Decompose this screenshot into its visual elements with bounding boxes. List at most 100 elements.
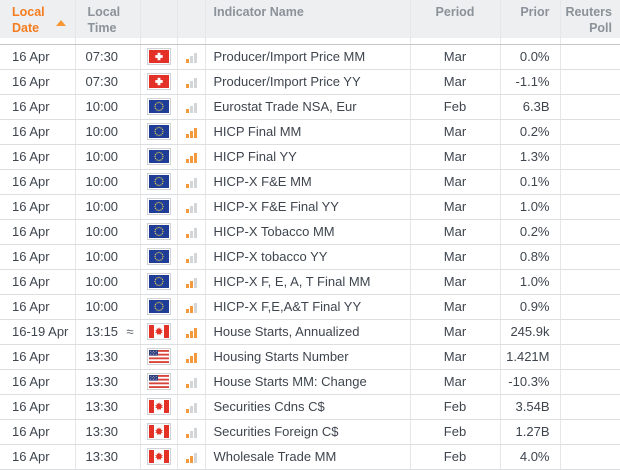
local-date-cell: 16 Apr bbox=[0, 119, 75, 144]
importance-bars-icon bbox=[186, 128, 197, 138]
importance-bars-icon bbox=[186, 103, 197, 113]
table-header: Local Date Local Time Indicator Name Per… bbox=[0, 0, 620, 38]
country-flag-cell bbox=[140, 344, 177, 369]
indicator-name-cell: HICP Final MM bbox=[205, 119, 410, 144]
importance-bar bbox=[186, 159, 189, 163]
eu-flag-icon bbox=[147, 148, 171, 165]
column-header-country[interactable] bbox=[140, 0, 177, 38]
column-header-importance[interactable] bbox=[177, 0, 205, 38]
column-header-reuters-poll[interactable]: Reuters Poll bbox=[560, 0, 620, 38]
indicator-name-cell: HICP-X F&E Final YY bbox=[205, 194, 410, 219]
importance-bar bbox=[194, 53, 197, 63]
economic-calendar-table: Local Date Local Time Indicator Name Per… bbox=[0, 0, 620, 470]
indicator-name-cell: Housing Starts Number bbox=[205, 344, 410, 369]
eu-flag-icon bbox=[147, 248, 171, 265]
importance-bars-icon bbox=[186, 78, 197, 88]
importance-cell bbox=[177, 119, 205, 144]
prior-cell: 6.3B bbox=[500, 94, 560, 119]
local-date-cell: 16 Apr bbox=[0, 219, 75, 244]
local-date-cell: 16 Apr bbox=[0, 394, 75, 419]
period-cell: Mar bbox=[410, 219, 500, 244]
importance-bar bbox=[194, 78, 197, 88]
sort-ascending-icon bbox=[56, 20, 66, 26]
period-cell: Mar bbox=[410, 119, 500, 144]
local-time-cell: 13:30 bbox=[75, 369, 140, 394]
local-time-cell: 07:30 bbox=[75, 44, 140, 69]
table-row[interactable]: 16 Apr 10:00 HICP-X tobacco YY Mar 0.8% bbox=[0, 244, 620, 269]
indicator-name-cell: House Starts, Annualized bbox=[205, 319, 410, 344]
local-time-value: 13:30 bbox=[86, 374, 119, 389]
importance-bar bbox=[194, 153, 197, 163]
eu-flag-icon bbox=[147, 273, 171, 290]
eu-flag-icon bbox=[147, 198, 171, 215]
table-row[interactable]: 16 Apr 13:30 House Starts MM: Change Mar… bbox=[0, 369, 620, 394]
column-header-local-date[interactable]: Local Date bbox=[0, 0, 75, 38]
table-row[interactable]: 16 Apr 10:00 HICP-X F, E, A, T Final MM … bbox=[0, 269, 620, 294]
importance-cell bbox=[177, 319, 205, 344]
importance-bar bbox=[194, 378, 197, 388]
prior-cell: 0.2% bbox=[500, 119, 560, 144]
period-cell: Mar bbox=[410, 169, 500, 194]
reuters-poll-cell bbox=[560, 419, 620, 444]
table-row[interactable]: 16 Apr 13:30 Wholesale Trade MM Feb 4.0% bbox=[0, 444, 620, 469]
table-row[interactable]: 16 Apr 10:00 HICP-X F&E MM Mar 0.1% bbox=[0, 169, 620, 194]
table-row[interactable]: 16 Apr 10:00 HICP Final MM Mar 0.2% bbox=[0, 119, 620, 144]
local-time-cell: 10:00 bbox=[75, 169, 140, 194]
table-row[interactable]: 16 Apr 13:30 Securities Foreign C$ Feb 1… bbox=[0, 419, 620, 444]
column-header-local-time[interactable]: Local Time bbox=[75, 0, 140, 38]
importance-bars-icon bbox=[186, 403, 197, 413]
approx-time-icon: ≈ bbox=[126, 324, 133, 339]
prior-cell: 0.0% bbox=[500, 44, 560, 69]
table-row[interactable]: 16 Apr 07:30 Producer/Import Price MM Ma… bbox=[0, 44, 620, 69]
period-cell: Feb bbox=[410, 394, 500, 419]
local-time-value: 13:30 bbox=[86, 349, 119, 364]
local-date-cell: 16 Apr bbox=[0, 444, 75, 469]
reuters-poll-cell bbox=[560, 394, 620, 419]
local-date-cell: 16 Apr bbox=[0, 294, 75, 319]
table-row[interactable]: 16 Apr 10:00 HICP-X F,E,A&T Final YY Mar… bbox=[0, 294, 620, 319]
prior-cell: 1.3% bbox=[500, 144, 560, 169]
table-row[interactable]: 16 Apr 10:00 HICP Final YY Mar 1.3% bbox=[0, 144, 620, 169]
importance-cell bbox=[177, 344, 205, 369]
importance-bar bbox=[190, 106, 193, 113]
column-header-period[interactable]: Period bbox=[410, 0, 500, 38]
local-date-cell: 16 Apr bbox=[0, 244, 75, 269]
local-time-cell: 13:30 bbox=[75, 344, 140, 369]
prior-cell: 3.54B bbox=[500, 394, 560, 419]
table-row[interactable]: 16 Apr 10:00 Eurostat Trade NSA, Eur Feb… bbox=[0, 94, 620, 119]
importance-bars-icon bbox=[186, 353, 197, 363]
importance-bar bbox=[186, 184, 189, 188]
local-time-value: 13:30 bbox=[86, 399, 119, 414]
local-date-cell: 16 Apr bbox=[0, 344, 75, 369]
prior-cell: 0.8% bbox=[500, 244, 560, 269]
column-header-local-time-label: Local Time bbox=[88, 5, 130, 36]
table-row[interactable]: 16 Apr 13:30 Housing Starts Number Mar 1… bbox=[0, 344, 620, 369]
table-row[interactable]: 16-19 Apr 13:15 ≈ House Starts, Annualiz… bbox=[0, 319, 620, 344]
local-time-value: 10:00 bbox=[86, 299, 119, 314]
local-date-cell: 16 Apr bbox=[0, 419, 75, 444]
eu-flag-icon bbox=[147, 123, 171, 140]
local-time-cell: 10:00 bbox=[75, 119, 140, 144]
canada-flag-icon bbox=[147, 423, 171, 440]
importance-bar bbox=[194, 453, 197, 463]
table-row[interactable]: 16 Apr 10:00 HICP-X F&E Final YY Mar 1.0… bbox=[0, 194, 620, 219]
column-header-prior[interactable]: Prior bbox=[500, 0, 560, 38]
local-time-value: 10:00 bbox=[86, 249, 119, 264]
prior-cell: 0.9% bbox=[500, 294, 560, 319]
importance-cell bbox=[177, 144, 205, 169]
reuters-poll-cell bbox=[560, 294, 620, 319]
importance-bar bbox=[194, 203, 197, 213]
table-row[interactable]: 16 Apr 10:00 HICP-X Tobacco MM Mar 0.2% bbox=[0, 219, 620, 244]
local-date-cell: 16 Apr bbox=[0, 269, 75, 294]
switzerland-flag-icon bbox=[147, 48, 171, 65]
importance-cell bbox=[177, 219, 205, 244]
prior-cell: 0.2% bbox=[500, 219, 560, 244]
table-row[interactable]: 16 Apr 13:30 Securities Cdns C$ Feb 3.54… bbox=[0, 394, 620, 419]
country-flag-cell bbox=[140, 94, 177, 119]
canada-flag-icon bbox=[147, 448, 171, 465]
local-time-value: 10:00 bbox=[86, 174, 119, 189]
table-row[interactable]: 16 Apr 07:30 Producer/Import Price YY Ma… bbox=[0, 69, 620, 94]
importance-bars-icon bbox=[186, 153, 197, 163]
column-header-indicator-name[interactable]: Indicator Name bbox=[205, 0, 410, 38]
country-flag-cell bbox=[140, 169, 177, 194]
